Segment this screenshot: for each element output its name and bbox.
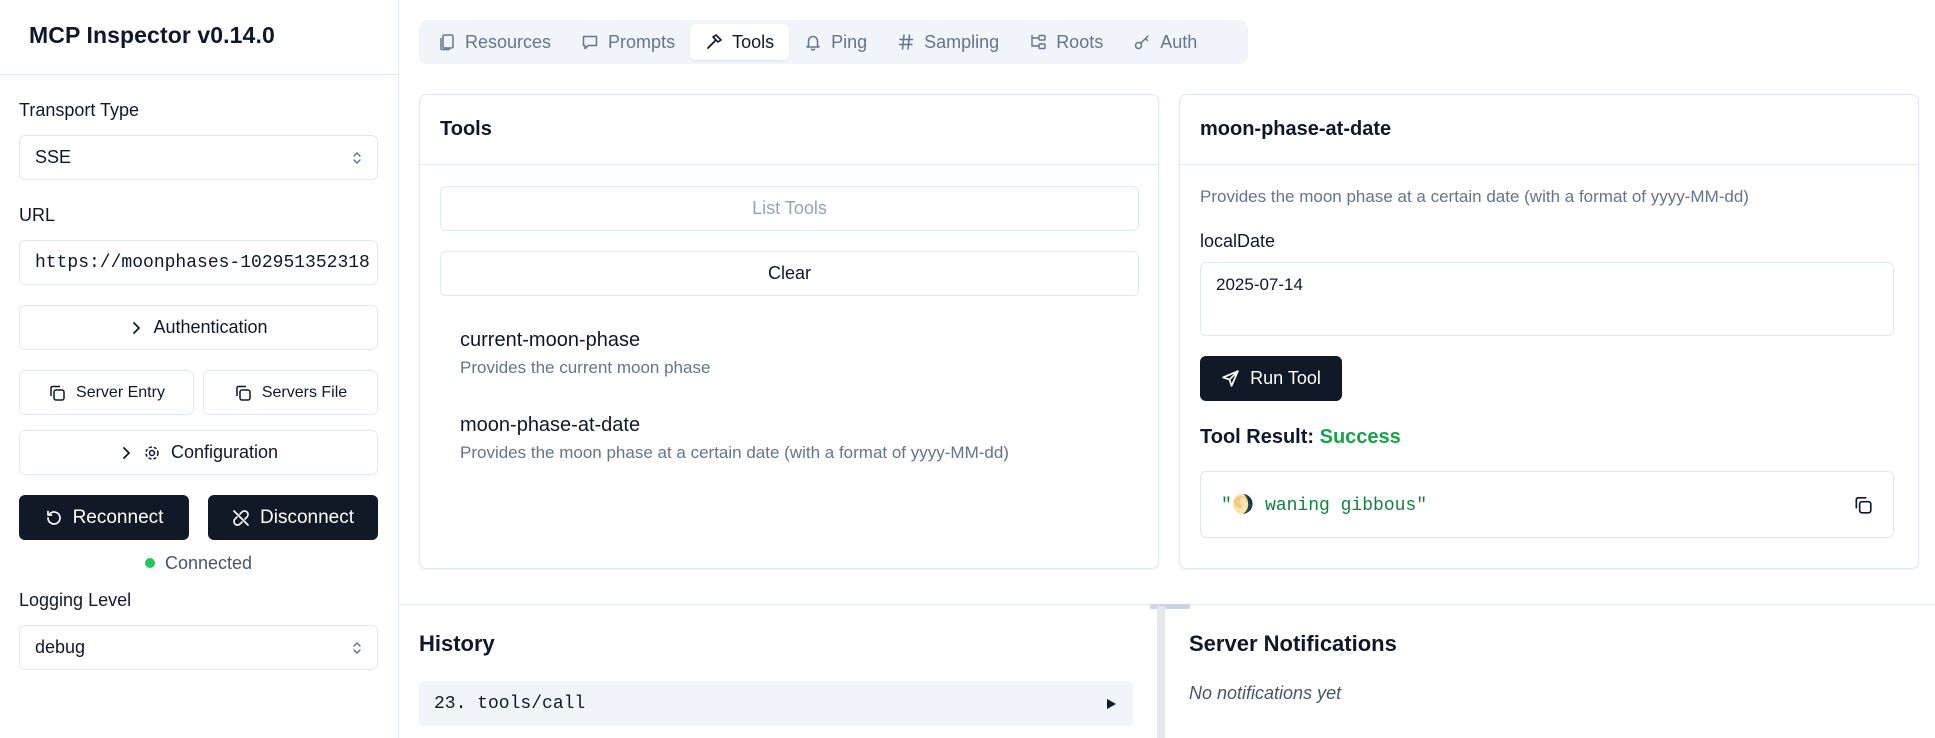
chevron-up-down-icon [353, 151, 361, 164]
folder-tree-icon [1031, 34, 1046, 50]
tab-label: Ping [831, 31, 868, 52]
tool-item-moon-phase-at-date[interactable]: moon-phase-at-date Provides the moon pha… [460, 414, 1140, 463]
tab-label: Prompts [608, 31, 676, 52]
reconnect-label: Reconnect [72, 506, 164, 528]
tool-result-text: "🌖 waning gibbous" [1221, 495, 1428, 516]
param-label-localdate: localDate [1200, 231, 1276, 251]
logging-level-label: Logging Level [19, 590, 132, 610]
tool-result-box: "🌖 waning gibbous" [1200, 471, 1894, 538]
connection-status-text: Connected [164, 552, 253, 573]
url-input[interactable]: https://moonphases-102951352318 [19, 240, 378, 285]
tab-ping[interactable]: Ping [789, 24, 882, 60]
tab-label: Auth [1160, 31, 1198, 52]
chevron-right-icon [123, 446, 130, 459]
logging-level-value: debug [35, 637, 86, 657]
history-title: History [419, 631, 495, 656]
panel-splitter[interactable] [1157, 606, 1165, 738]
tab-roots[interactable]: Roots [1014, 24, 1118, 60]
tool-item-current-moon-phase[interactable]: current-moon-phase Provides the current … [460, 329, 1140, 378]
key-icon [1134, 35, 1149, 50]
configuration-button[interactable]: Configuration [19, 430, 378, 475]
run-tool-button[interactable]: Run Tool [1200, 356, 1342, 401]
authentication-button[interactable]: Authentication [19, 305, 378, 350]
copy-icon[interactable] [1853, 495, 1873, 515]
disconnect-label: Disconnect [260, 506, 354, 528]
tool-detail-description: Provides the moon phase at a certain dat… [1200, 187, 1749, 206]
copy-icon [236, 385, 251, 401]
status-dot-icon [144, 558, 155, 568]
server-notifications-title: Server Notifications [1189, 631, 1397, 656]
copy-icon [50, 385, 65, 401]
tab-tools[interactable]: Tools [690, 24, 790, 60]
tool-name: moon-phase-at-date [460, 414, 641, 436]
message-icon [582, 35, 598, 50]
tab-auth[interactable]: Auth [1118, 24, 1212, 60]
hash-icon [898, 34, 914, 50]
history-entry[interactable]: 23. tools/call [419, 681, 1133, 726]
transport-type-value: SSE [35, 147, 72, 167]
transport-type-select[interactable]: SSE [19, 135, 378, 180]
localdate-input[interactable]: 2025-07-14 [1200, 262, 1894, 336]
main-tabs: Resources Prompts Tools Ping Sampling Ro… [419, 20, 1248, 64]
history-entry-label: 23. tools/call [434, 693, 586, 714]
url-label: URL [19, 205, 56, 225]
bell-icon [806, 35, 820, 51]
tool-result-title: Tool Result: Success [1200, 426, 1401, 449]
tool-result-status: Success [1319, 426, 1401, 448]
tab-resources[interactable]: Resources [423, 24, 566, 60]
files-icon [440, 34, 454, 51]
tab-label: Sampling [924, 31, 1000, 52]
servers-file-label: Servers File [261, 383, 348, 401]
tab-sampling[interactable]: Sampling [882, 24, 1014, 60]
server-entry-button[interactable]: Server Entry [19, 370, 194, 415]
no-notifications-text: No notifications yet [1189, 683, 1342, 703]
tool-result-label: Tool Result: [1200, 426, 1315, 448]
hammer-icon [707, 34, 722, 49]
sidebar: MCP Inspector v0.14.0 Transport Type SSE… [0, 0, 399, 738]
server-entry-label: Server Entry [76, 383, 165, 401]
play-triangle-icon [1107, 698, 1116, 709]
resize-handle[interactable] [1150, 604, 1190, 609]
unplug-icon [233, 509, 249, 526]
chevron-up-down-icon [353, 641, 361, 654]
reconnect-button[interactable]: Reconnect [19, 495, 189, 540]
rotate-icon [46, 510, 61, 525]
tool-detail-panel: moon-phase-at-date Provides the moon pha… [1179, 94, 1919, 569]
tab-label: Tools [732, 31, 775, 52]
connection-status: Connected [19, 552, 378, 574]
tool-description: Provides the moon phase at a certain dat… [460, 443, 1009, 462]
gear-icon [145, 445, 159, 460]
chevron-right-icon [133, 321, 141, 334]
tab-prompts[interactable]: Prompts [566, 24, 690, 60]
tool-description: Provides the current moon phase [460, 358, 711, 377]
tool-name: current-moon-phase [460, 329, 641, 351]
clear-button[interactable]: Clear [440, 251, 1139, 296]
tools-panel: Tools List Tools Clear current-moon-phas… [419, 94, 1159, 569]
sidebar-header: MCP Inspector v0.14.0 [0, 0, 398, 75]
configuration-label: Configuration [170, 442, 279, 462]
logging-level-select[interactable]: debug [19, 625, 378, 670]
transport-type-label: Transport Type [19, 100, 140, 120]
tab-label: Resources [465, 31, 552, 52]
servers-file-button[interactable]: Servers File [203, 370, 378, 415]
tool-detail-title: moon-phase-at-date [1180, 95, 1918, 165]
send-icon [1222, 370, 1239, 387]
tools-panel-title: Tools [420, 95, 1158, 165]
run-tool-label: Run Tool [1250, 368, 1321, 388]
list-tools-button[interactable]: List Tools [440, 186, 1139, 231]
tab-label: Roots [1056, 31, 1104, 52]
authentication-label: Authentication [153, 317, 268, 337]
disconnect-button[interactable]: Disconnect [208, 495, 378, 540]
app-title: MCP Inspector v0.14.0 [29, 22, 275, 48]
